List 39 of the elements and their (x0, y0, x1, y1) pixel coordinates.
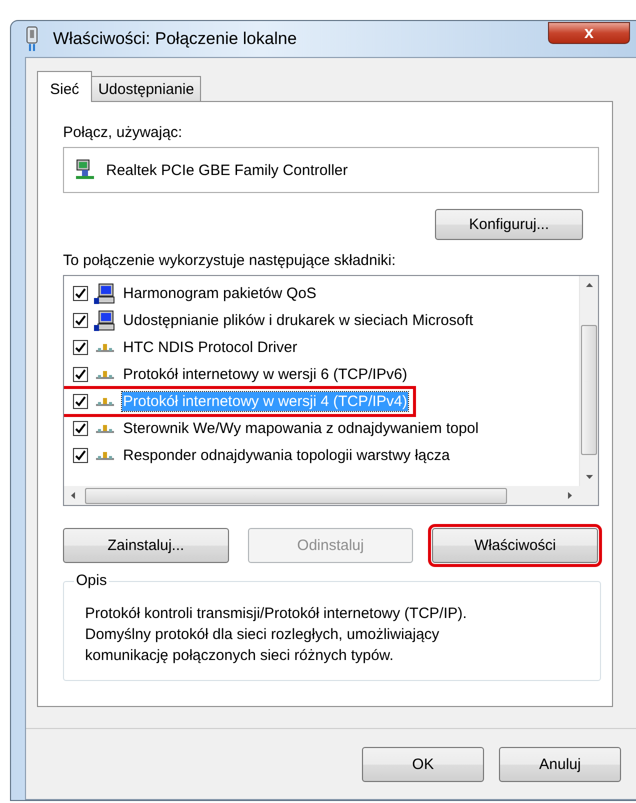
connect-using-label: Połącz, używając: (63, 124, 184, 141)
component-item[interactable]: Protokół internetowy w wersji 6 (TCP/IPv6) (122, 365, 408, 384)
checkbox[interactable] (73, 448, 88, 463)
tab[interactable]: Udostępnianie (91, 76, 202, 101)
checkbox[interactable] (73, 313, 88, 328)
computer-icon (94, 282, 116, 304)
description-line: Domyślny protokół dla sieci rozległych, umożliwiający (85, 625, 440, 645)
checkbox[interactable] (73, 421, 88, 436)
checkbox[interactable] (73, 340, 88, 355)
network-protocol-icon (94, 368, 116, 380)
network-protocol-icon (94, 396, 116, 408)
action-button[interactable]: Zainstaluj... (63, 528, 229, 563)
network-protocol-icon (94, 422, 116, 434)
description-line: komunikację połączonych sieci różnych typów. (85, 646, 394, 666)
network-protocol-icon (94, 450, 116, 462)
description-line: Protokół kontroli transmisji/Protokół internetowy (TCP/IP). (85, 604, 468, 624)
component-item[interactable]: Responder odnajdywania topologii warstwy łącza (122, 446, 451, 465)
component-item[interactable]: Harmonogram pakietów QoS (122, 284, 318, 303)
window-title: Właściwości: Połączenie lokalne (53, 29, 297, 49)
component-item[interactable]: Udostępnianie plików i drukarek w sieciach Microsoft (122, 311, 474, 330)
checkbox[interactable] (73, 394, 88, 409)
tab[interactable]: Sieć (37, 71, 92, 102)
configure-button[interactable]: Konfiguruj... (435, 209, 583, 240)
network-adapter-icon (25, 26, 39, 52)
dialog-button[interactable]: OK (362, 746, 484, 782)
component-item[interactable]: Sterownik We/Wy mapowania z odnajdywaniem topol (122, 419, 480, 438)
dialog-button[interactable]: Anuluj (499, 746, 621, 782)
checkbox[interactable] (73, 367, 88, 382)
computer-icon (94, 310, 116, 332)
component-item[interactable]: HTC NDIS Protocol Driver (122, 338, 298, 357)
network-adapter-icon (74, 159, 96, 181)
horizontal-scrollbar[interactable] (64, 486, 579, 505)
checkbox[interactable] (73, 286, 88, 301)
adapter-name: Realtek PCIe GBE Family Controller (106, 162, 348, 178)
components-label: To połączenie wykorzystuje następujące składniki: (63, 252, 397, 269)
network-protocol-icon (94, 342, 116, 354)
close-button[interactable]: x (548, 22, 630, 44)
vertical-scrollbar[interactable] (579, 276, 598, 486)
group-title: Opis (74, 572, 109, 589)
